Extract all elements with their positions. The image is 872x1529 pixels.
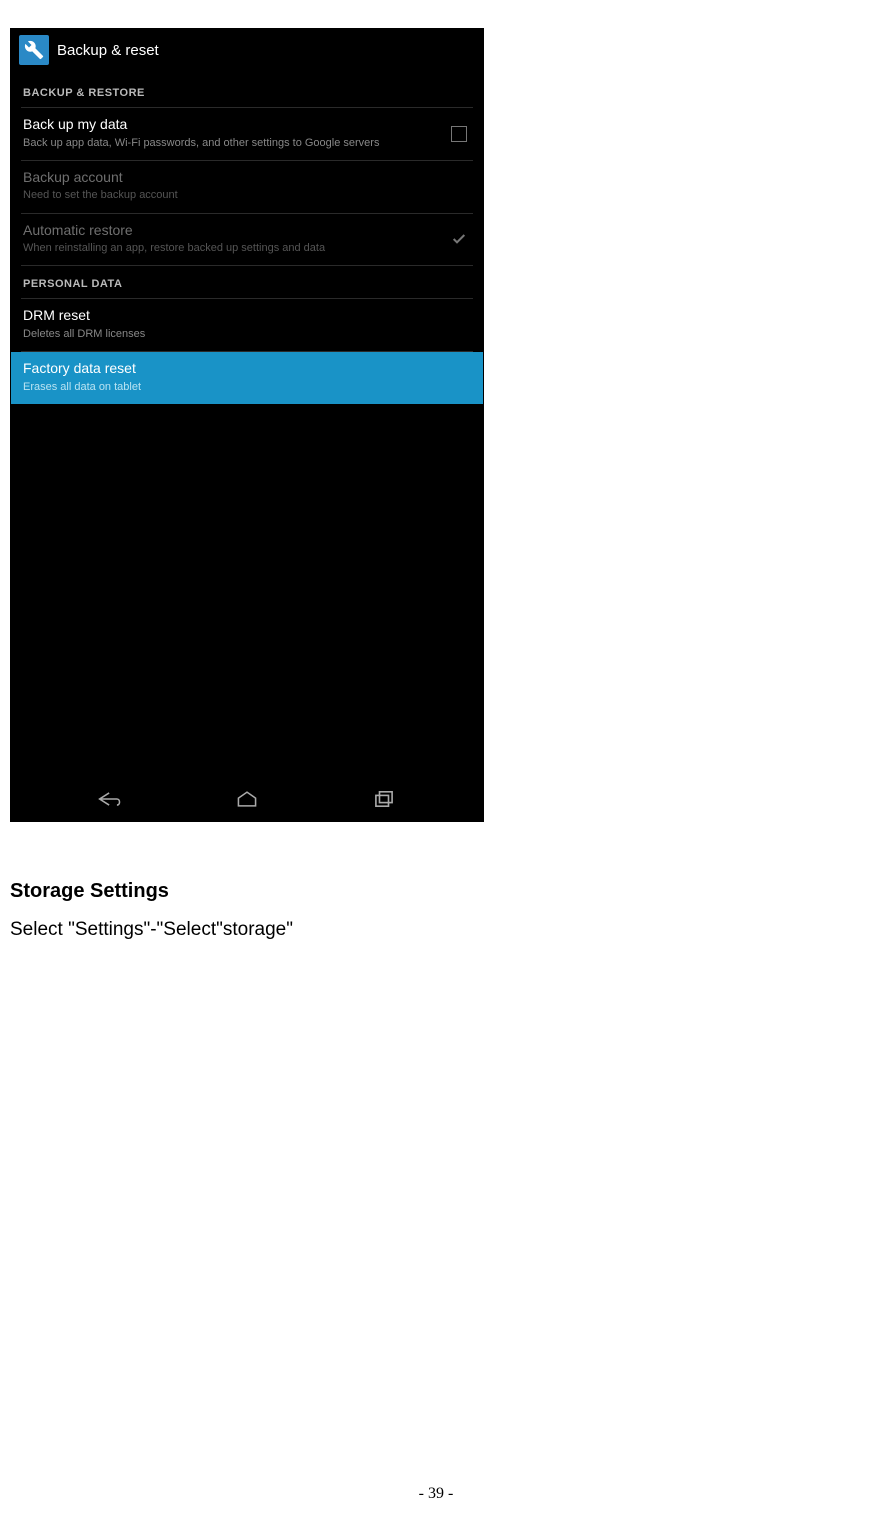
row-back-up-my-data[interactable]: Back up my data Back up app data, Wi-Fi … bbox=[21, 108, 473, 161]
action-bar: Backup & reset bbox=[11, 29, 483, 75]
row-sub: Back up app data, Wi-Fi passwords, and o… bbox=[23, 136, 471, 150]
android-screenshot: Backup & reset BACKUP & RESTORE Back up … bbox=[10, 28, 484, 822]
section-header: BACKUP & RESTORE bbox=[21, 81, 473, 108]
doc-heading: Storage Settings bbox=[10, 880, 862, 903]
home-button[interactable] bbox=[212, 790, 282, 808]
row-title: Back up my data bbox=[23, 116, 471, 134]
row-title: Backup account bbox=[23, 169, 471, 187]
page-title: Backup & reset bbox=[57, 42, 159, 59]
row-factory-data-reset[interactable]: Factory data reset Erases all data on ta… bbox=[11, 352, 483, 404]
row-sub: When reinstalling an app, restore backed… bbox=[23, 241, 471, 255]
checkbox-unchecked-icon[interactable] bbox=[451, 126, 467, 142]
row-automatic-restore[interactable]: Automatic restore When reinstalling an a… bbox=[21, 214, 473, 267]
row-title: Factory data reset bbox=[23, 360, 471, 378]
back-button[interactable] bbox=[75, 790, 145, 808]
row-title: Automatic restore bbox=[23, 222, 471, 240]
row-sub: Erases all data on tablet bbox=[23, 380, 471, 394]
row-drm-reset[interactable]: DRM reset Deletes all DRM licenses bbox=[21, 299, 473, 352]
row-title: DRM reset bbox=[23, 307, 471, 325]
settings-icon bbox=[19, 35, 49, 65]
doc-body-text: Select "Settings"-"Select"storage" bbox=[10, 919, 862, 941]
row-backup-account[interactable]: Backup account Need to set the backup ac… bbox=[21, 161, 473, 214]
row-sub: Deletes all DRM licenses bbox=[23, 327, 471, 341]
row-sub: Need to set the backup account bbox=[23, 188, 471, 202]
checkmark-icon[interactable] bbox=[451, 231, 467, 247]
page-number: - 39 - bbox=[0, 1485, 872, 1503]
navigation-bar bbox=[11, 781, 483, 821]
settings-list: BACKUP & RESTORE Back up my data Back up… bbox=[11, 75, 483, 781]
recent-apps-button[interactable] bbox=[349, 790, 419, 808]
section-header: PERSONAL DATA bbox=[21, 272, 473, 299]
